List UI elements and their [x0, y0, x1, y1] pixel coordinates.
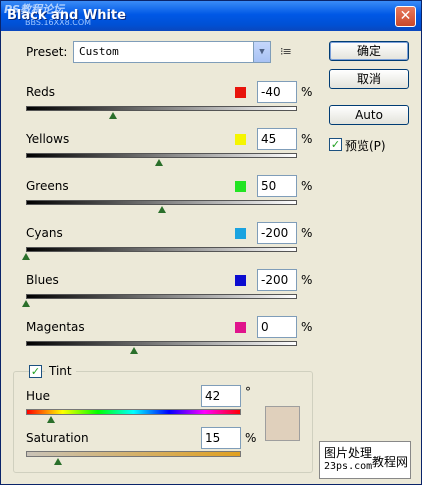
- hue-input[interactable]: 42: [201, 385, 241, 407]
- reds-slider-track[interactable]: [26, 106, 297, 111]
- cyans-label: Cyans: [26, 226, 63, 240]
- percent-sign: %: [301, 273, 313, 287]
- yellows-slider-thumb[interactable]: [154, 159, 163, 166]
- watermark-line-3: 教程网: [372, 455, 409, 469]
- hue-slider-thumb[interactable]: [47, 416, 56, 423]
- blues-label: Blues: [26, 273, 59, 287]
- title-bar[interactable]: PS教程论坛 BBS.16XX8.COM Black and White ✕: [1, 1, 421, 31]
- percent-sign: %: [301, 179, 313, 193]
- saturation-unit: %: [245, 431, 257, 445]
- blues-input[interactable]: -200: [257, 269, 297, 291]
- hue-label: Hue: [26, 389, 51, 403]
- reds-swatch: [235, 87, 246, 98]
- hue-slider-track[interactable]: [26, 409, 241, 415]
- percent-sign: %: [301, 320, 313, 334]
- reds-label: Reds: [26, 85, 56, 99]
- magentas-input[interactable]: 0: [257, 316, 297, 338]
- greens-swatch: [235, 181, 246, 192]
- saturation-slider-track[interactable]: [26, 451, 241, 457]
- degree-sign: °: [245, 385, 251, 399]
- saturation-label: Saturation: [26, 431, 89, 445]
- greens-slider-track[interactable]: [26, 200, 297, 205]
- preset-select[interactable]: Custom ▼: [73, 41, 271, 63]
- magentas-swatch: [235, 322, 246, 333]
- yellows-label: Yellows: [26, 132, 70, 146]
- magentas-slider-track[interactable]: [26, 341, 297, 346]
- black-and-white-dialog: PS教程论坛 BBS.16XX8.COM Black and White ✕ P…: [0, 0, 422, 485]
- greens-label: Greens: [26, 179, 69, 193]
- tint-label: Tint: [45, 364, 76, 378]
- magentas-slider-thumb[interactable]: [130, 347, 139, 354]
- tint-color-preview[interactable]: [265, 406, 300, 441]
- reds-input[interactable]: -40: [257, 81, 297, 103]
- tint-checkbox[interactable]: ✓: [29, 365, 42, 378]
- cyans-slider-track[interactable]: [26, 247, 297, 252]
- greens-slider-thumb[interactable]: [157, 206, 166, 213]
- cyans-swatch: [235, 228, 246, 239]
- preset-label: Preset:: [26, 45, 68, 59]
- yellows-swatch: [235, 134, 246, 145]
- preset-options-icon[interactable]: ⁝≡: [280, 45, 292, 58]
- reds-slider-thumb[interactable]: [108, 112, 117, 119]
- cancel-button[interactable]: 取消: [329, 69, 409, 89]
- blues-slider-thumb[interactable]: [22, 300, 30, 307]
- yellows-input[interactable]: 45: [257, 128, 297, 150]
- saturation-slider-thumb[interactable]: [54, 458, 63, 465]
- blues-swatch: [235, 275, 246, 286]
- percent-sign: %: [301, 226, 313, 240]
- ok-button[interactable]: 确定: [329, 41, 409, 61]
- close-icon[interactable]: ✕: [395, 6, 416, 27]
- blues-slider-track[interactable]: [26, 294, 297, 299]
- yellows-slider-track[interactable]: [26, 153, 297, 158]
- percent-sign: %: [301, 85, 313, 99]
- window-title: Black and White: [7, 8, 126, 23]
- watermark-line-2: 23ps.com: [324, 461, 373, 472]
- magentas-label: Magentas: [26, 320, 85, 334]
- cyans-input[interactable]: -200: [257, 222, 297, 244]
- preview-checkbox[interactable]: ✓: [329, 138, 342, 151]
- saturation-input[interactable]: 15: [201, 427, 241, 449]
- percent-sign: %: [301, 132, 313, 146]
- chevron-down-icon[interactable]: ▼: [253, 42, 270, 62]
- corner-watermark: 图片处理 23ps.com 教程网: [319, 441, 411, 479]
- preview-label: 预览(P): [345, 139, 386, 153]
- greens-input[interactable]: 50: [257, 175, 297, 197]
- watermark-line-1: 图片处理: [324, 446, 373, 460]
- preset-value: Custom: [79, 45, 119, 58]
- auto-button[interactable]: Auto: [329, 105, 409, 125]
- cyans-slider-thumb[interactable]: [22, 253, 30, 260]
